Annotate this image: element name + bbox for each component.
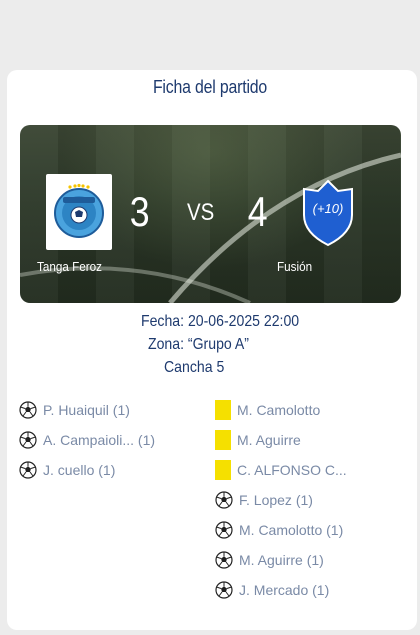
event-player: F. Lopez (1) xyxy=(239,492,313,508)
away-event-yellow-card: M. Aguirre xyxy=(215,428,301,452)
page-title: Ficha del partido xyxy=(152,77,268,97)
event-player: M. Camolotto xyxy=(237,402,321,418)
home-team-logo xyxy=(46,174,112,250)
event-player: J. Mercado (1) xyxy=(239,582,330,598)
home-event-goal: J. cuello (1) xyxy=(19,458,115,482)
soccer-ball-icon xyxy=(215,551,233,569)
match-date: Fecha: 20-06-2025 22:00 xyxy=(141,313,300,330)
away-score: 4 xyxy=(247,188,268,235)
event-player: M. Aguirre (1) xyxy=(239,552,324,568)
event-player: A. Campaioli... (1) xyxy=(43,432,156,448)
away-event-yellow-card: M. Camolotto xyxy=(215,398,320,422)
home-event-goal: A. Campaioli... (1) xyxy=(19,428,155,452)
home-event-goal: P. Huaiquil (1) xyxy=(19,398,130,422)
soccer-ball-icon xyxy=(19,461,37,479)
soccer-ball-icon xyxy=(215,521,233,539)
event-player: J. cuello (1) xyxy=(43,462,116,478)
match-court: Cancha 5 xyxy=(164,359,225,376)
yellow-card-icon xyxy=(215,400,231,420)
event-player: M. Aguirre xyxy=(237,432,301,448)
away-team-logo: (+10) xyxy=(303,179,353,247)
away-badge-text: (+10) xyxy=(313,201,344,216)
away-team-name: Fusión xyxy=(277,259,313,274)
vs-label: VS xyxy=(187,199,215,226)
away-event-goal: M. Aguirre (1) xyxy=(215,548,324,572)
away-event-goal: M. Camolotto (1) xyxy=(215,518,343,542)
yellow-card-icon xyxy=(215,460,231,480)
event-player: P. Huaiquil (1) xyxy=(43,402,130,418)
home-score: 3 xyxy=(129,188,150,235)
soccer-ball-icon xyxy=(215,581,233,599)
yellow-card-icon xyxy=(215,430,231,450)
away-event-yellow-card: C. ALFONSO C... xyxy=(215,458,347,482)
event-player: M. Camolotto (1) xyxy=(239,522,344,538)
soccer-ball-icon xyxy=(19,401,37,419)
match-zone: Zona: “Grupo A” xyxy=(148,336,249,353)
tanga-feroz-badge-icon xyxy=(54,183,104,238)
event-player: C. ALFONSO C... xyxy=(237,462,347,478)
soccer-ball-icon xyxy=(215,491,233,509)
home-team-name: Tanga Feroz xyxy=(37,259,103,274)
away-event-goal: F. Lopez (1) xyxy=(215,488,313,512)
soccer-ball-icon xyxy=(19,431,37,449)
away-event-goal: J. Mercado (1) xyxy=(215,578,329,602)
